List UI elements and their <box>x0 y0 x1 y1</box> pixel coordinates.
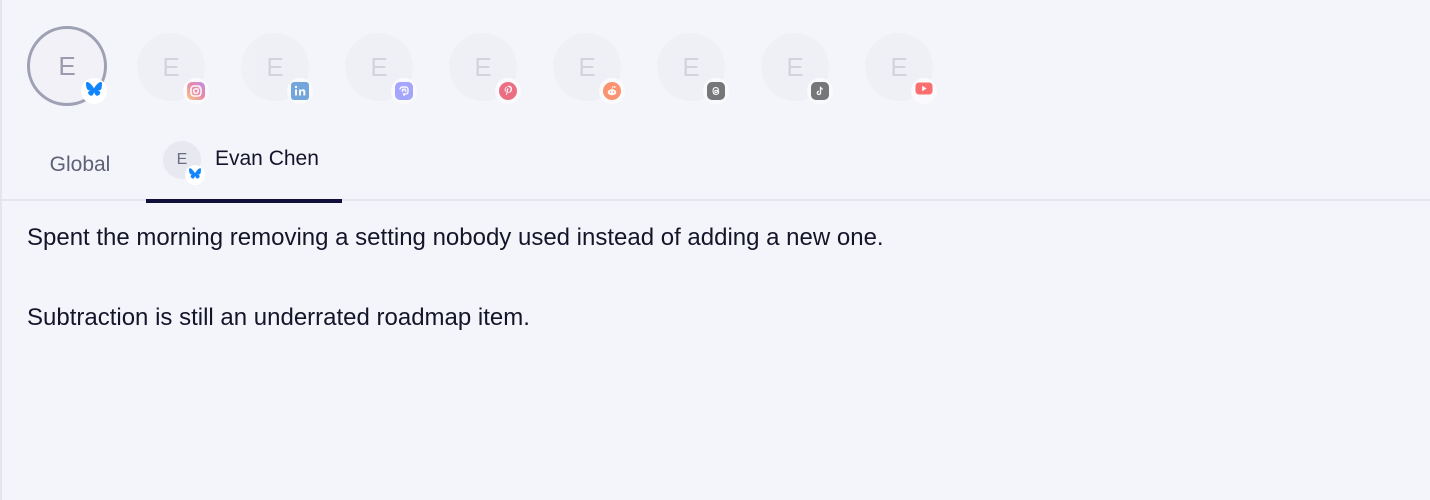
youtube-icon <box>915 82 933 100</box>
post-editor[interactable]: Spent the morning removing a setting nob… <box>27 222 1407 334</box>
account-avatar-row: E E E E E E E E E <box>0 0 1430 120</box>
avatar-letter: E <box>682 51 700 82</box>
butterfly-icon <box>189 166 201 184</box>
tab-global-label: Global <box>49 152 111 176</box>
platform-badge <box>703 78 729 104</box>
tab-evan-chen[interactable]: E Evan Chen <box>146 128 342 203</box>
tiktok-icon <box>811 82 829 100</box>
avatar-letter: E <box>578 51 596 82</box>
linkedin-icon <box>291 82 309 100</box>
platform-badge <box>81 78 107 104</box>
avatar-letter: E <box>58 50 76 81</box>
platform-badge <box>391 78 417 104</box>
tab-global[interactable]: Global <box>30 128 130 201</box>
reddit-icon <box>603 82 621 100</box>
avatar-letter: E <box>890 51 908 82</box>
avatar-letter: E <box>266 51 284 82</box>
editor-tabs: Global E Evan Chen <box>0 128 1430 203</box>
platform-badge <box>287 78 313 104</box>
avatar-letter: E <box>786 51 804 82</box>
platform-badge <box>185 165 205 185</box>
platform-badge <box>911 78 937 104</box>
avatar-bluesky[interactable]: E <box>27 26 107 106</box>
avatar-letter: E <box>370 51 388 82</box>
mastodon-icon <box>395 82 413 100</box>
threads-icon <box>707 82 725 100</box>
platform-badge <box>599 78 625 104</box>
avatar-letter: E <box>162 51 180 82</box>
tab-avatar-letter: E <box>176 151 188 168</box>
avatar-mastodon[interactable]: E <box>345 33 417 104</box>
platform-badge <box>807 78 833 104</box>
post-paragraph: Spent the morning removing a setting nob… <box>27 224 884 251</box>
avatar-youtube[interactable]: E <box>865 33 937 104</box>
avatar-reddit[interactable]: E <box>553 33 625 104</box>
avatar-instagram[interactable]: E <box>137 33 209 104</box>
tab-user-name: Evan Chen <box>215 147 319 170</box>
platform-badge <box>183 78 209 104</box>
avatar-linkedin[interactable]: E <box>241 33 313 104</box>
active-tab-indicator <box>146 199 342 203</box>
post-paragraph: Subtraction is still an underrated roadm… <box>27 304 530 331</box>
tab-avatar: E <box>163 141 205 185</box>
avatar-tiktok[interactable]: E <box>761 33 833 104</box>
butterfly-icon <box>86 81 102 101</box>
instagram-icon <box>187 82 205 100</box>
platform-badge <box>495 78 521 104</box>
pinterest-icon <box>499 82 517 100</box>
avatar-threads[interactable]: E <box>657 33 729 104</box>
avatar-pinterest[interactable]: E <box>449 33 521 104</box>
avatar-letter: E <box>474 51 492 82</box>
